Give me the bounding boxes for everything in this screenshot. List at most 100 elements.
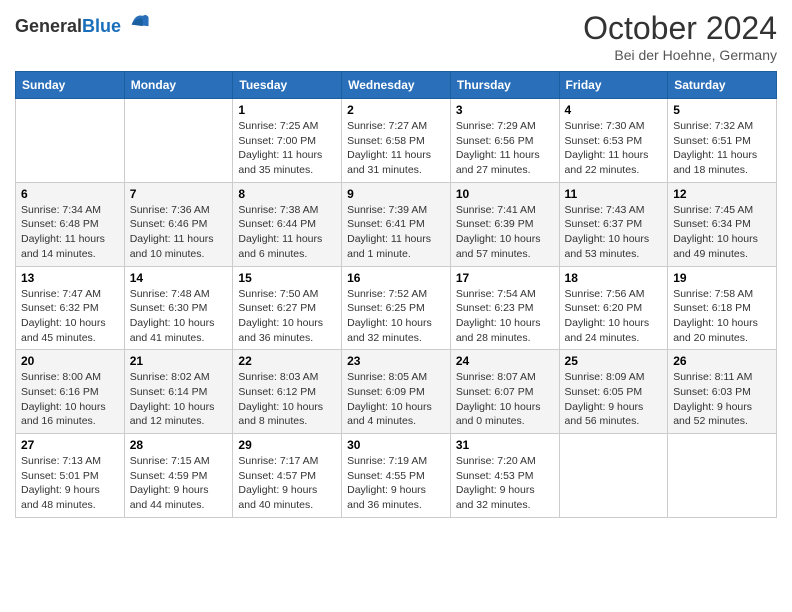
day-info: Sunrise: 7:52 AMSunset: 6:25 PMDaylight:… [347, 287, 445, 346]
day-number: 18 [565, 271, 663, 285]
day-info: Sunrise: 8:02 AMSunset: 6:14 PMDaylight:… [130, 370, 228, 429]
weekday-header-sunday: Sunday [16, 72, 125, 99]
weekday-header-friday: Friday [559, 72, 668, 99]
day-info: Sunrise: 7:54 AMSunset: 6:23 PMDaylight:… [456, 287, 554, 346]
calendar-cell: 16 Sunrise: 7:52 AMSunset: 6:25 PMDayligh… [342, 266, 451, 350]
calendar-cell: 8 Sunrise: 7:38 AMSunset: 6:44 PMDaylight… [233, 182, 342, 266]
logo-blue-text: Blue [82, 16, 121, 36]
weekday-header-thursday: Thursday [450, 72, 559, 99]
day-number: 1 [238, 103, 336, 117]
day-number: 22 [238, 354, 336, 368]
calendar-week-4: 20Sunrise: 8:00 AMSunset: 6:16 PMDayligh… [16, 350, 777, 434]
day-number: 19 [673, 271, 771, 285]
calendar-cell: 13 Sunrise: 7:47 AMSunset: 6:32 PMDayligh… [16, 266, 125, 350]
day-number: 10 [456, 187, 554, 201]
calendar-week-2: 6 Sunrise: 7:34 AMSunset: 6:48 PMDaylight… [16, 182, 777, 266]
day-info: Sunrise: 7:45 AMSunset: 6:34 PMDaylight:… [673, 203, 771, 262]
day-number: 31 [456, 438, 554, 452]
weekday-header-tuesday: Tuesday [233, 72, 342, 99]
day-info: Sunrise: 7:38 AMSunset: 6:44 PMDaylight:… [238, 203, 336, 262]
weekday-header-saturday: Saturday [668, 72, 777, 99]
day-info: Sunrise: 7:43 AMSunset: 6:37 PMDaylight:… [565, 203, 663, 262]
logo-icon [128, 10, 150, 32]
day-info: Sunrise: 8:03 AMSunset: 6:12 PMDaylight:… [238, 370, 336, 429]
calendar-cell: 15Sunrise: 7:50 AMSunset: 6:27 PMDayligh… [233, 266, 342, 350]
calendar-cell: 26 Sunrise: 8:11 AMSunset: 6:03 PMDayligh… [668, 350, 777, 434]
calendar-cell: 14 Sunrise: 7:48 AMSunset: 6:30 PMDayligh… [124, 266, 233, 350]
day-info: Sunrise: 7:29 AMSunset: 6:56 PMDaylight:… [456, 119, 554, 178]
day-number: 6 [21, 187, 119, 201]
day-number: 26 [673, 354, 771, 368]
day-number: 27 [21, 438, 119, 452]
day-number: 4 [565, 103, 663, 117]
logo: GeneralBlue [15, 10, 150, 37]
day-number: 21 [130, 354, 228, 368]
calendar-cell: 25 Sunrise: 8:09 AMSunset: 6:05 PMDayligh… [559, 350, 668, 434]
calendar-cell [668, 434, 777, 518]
calendar-cell: 4Sunrise: 7:30 AMSunset: 6:53 PMDaylight… [559, 99, 668, 183]
calendar-cell: 10 Sunrise: 7:41 AMSunset: 6:39 PMDayligh… [450, 182, 559, 266]
day-info: Sunrise: 7:47 AMSunset: 6:32 PMDaylight:… [21, 287, 119, 346]
logo-general-text: General [15, 16, 82, 36]
calendar-cell: 5Sunrise: 7:32 AMSunset: 6:51 PMDaylight… [668, 99, 777, 183]
day-number: 29 [238, 438, 336, 452]
day-number: 11 [565, 187, 663, 201]
calendar-cell: 6 Sunrise: 7:34 AMSunset: 6:48 PMDaylight… [16, 182, 125, 266]
day-info: Sunrise: 7:39 AMSunset: 6:41 PMDaylight:… [347, 203, 445, 262]
calendar-cell: 21 Sunrise: 8:02 AMSunset: 6:14 PMDayligh… [124, 350, 233, 434]
day-info: Sunrise: 7:41 AMSunset: 6:39 PMDaylight:… [456, 203, 554, 262]
day-info: Sunrise: 7:48 AMSunset: 6:30 PMDaylight:… [130, 287, 228, 346]
calendar-cell [124, 99, 233, 183]
day-number: 8 [238, 187, 336, 201]
calendar-cell: 1 Sunrise: 7:25 AMSunset: 7:00 PMDaylight… [233, 99, 342, 183]
calendar-cell [559, 434, 668, 518]
calendar-week-1: 1 Sunrise: 7:25 AMSunset: 7:00 PMDaylight… [16, 99, 777, 183]
day-number: 30 [347, 438, 445, 452]
day-info: Sunrise: 7:34 AMSunset: 6:48 PMDaylight:… [21, 203, 119, 262]
day-number: 23 [347, 354, 445, 368]
day-info: Sunrise: 7:19 AMSunset: 4:55 PMDaylight:… [347, 454, 445, 513]
calendar-cell [16, 99, 125, 183]
day-info: Sunrise: 7:25 AMSunset: 7:00 PMDaylight:… [238, 119, 336, 178]
day-info: Sunrise: 7:17 AMSunset: 4:57 PMDaylight:… [238, 454, 336, 513]
day-number: 3 [456, 103, 554, 117]
weekday-header-monday: Monday [124, 72, 233, 99]
day-info: Sunrise: 8:09 AMSunset: 6:05 PMDaylight:… [565, 370, 663, 429]
day-number: 16 [347, 271, 445, 285]
calendar-cell: 3 Sunrise: 7:29 AMSunset: 6:56 PMDaylight… [450, 99, 559, 183]
day-info: Sunrise: 8:00 AMSunset: 6:16 PMDaylight:… [21, 370, 119, 429]
calendar-cell: 17 Sunrise: 7:54 AMSunset: 6:23 PMDayligh… [450, 266, 559, 350]
day-info: Sunrise: 8:07 AMSunset: 6:07 PMDaylight:… [456, 370, 554, 429]
day-info: Sunrise: 7:58 AMSunset: 6:18 PMDaylight:… [673, 287, 771, 346]
calendar-cell: 24Sunrise: 8:07 AMSunset: 6:07 PMDayligh… [450, 350, 559, 434]
day-info: Sunrise: 7:13 AMSunset: 5:01 PMDaylight:… [21, 454, 119, 513]
day-number: 13 [21, 271, 119, 285]
calendar-cell: 18Sunrise: 7:56 AMSunset: 6:20 PMDayligh… [559, 266, 668, 350]
day-number: 28 [130, 438, 228, 452]
calendar-cell: 28Sunrise: 7:15 AMSunset: 4:59 PMDayligh… [124, 434, 233, 518]
calendar-cell: 12 Sunrise: 7:45 AMSunset: 6:34 PMDayligh… [668, 182, 777, 266]
day-number: 17 [456, 271, 554, 285]
day-info: Sunrise: 7:36 AMSunset: 6:46 PMDaylight:… [130, 203, 228, 262]
day-info: Sunrise: 7:20 AMSunset: 4:53 PMDaylight:… [456, 454, 554, 513]
calendar-cell: 19 Sunrise: 7:58 AMSunset: 6:18 PMDayligh… [668, 266, 777, 350]
calendar-cell: 23 Sunrise: 8:05 AMSunset: 6:09 PMDayligh… [342, 350, 451, 434]
calendar-table: SundayMondayTuesdayWednesdayThursdayFrid… [15, 71, 777, 518]
calendar-cell: 22 Sunrise: 8:03 AMSunset: 6:12 PMDayligh… [233, 350, 342, 434]
calendar-week-3: 13 Sunrise: 7:47 AMSunset: 6:32 PMDayligh… [16, 266, 777, 350]
calendar-cell: 29 Sunrise: 7:17 AMSunset: 4:57 PMDayligh… [233, 434, 342, 518]
day-info: Sunrise: 8:05 AMSunset: 6:09 PMDaylight:… [347, 370, 445, 429]
title-area: October 2024 Bei der Hoehne, Germany [583, 10, 777, 63]
page-header: GeneralBlue October 2024 Bei der Hoehne,… [15, 10, 777, 63]
day-number: 9 [347, 187, 445, 201]
day-number: 25 [565, 354, 663, 368]
day-info: Sunrise: 8:11 AMSunset: 6:03 PMDaylight:… [673, 370, 771, 429]
calendar-cell: 9 Sunrise: 7:39 AMSunset: 6:41 PMDaylight… [342, 182, 451, 266]
day-number: 12 [673, 187, 771, 201]
calendar-cell: 30 Sunrise: 7:19 AMSunset: 4:55 PMDayligh… [342, 434, 451, 518]
calendar-cell: 20Sunrise: 8:00 AMSunset: 6:16 PMDayligh… [16, 350, 125, 434]
calendar-cell: 2Sunrise: 7:27 AMSunset: 6:58 PMDaylight… [342, 99, 451, 183]
calendar-cell: 7Sunrise: 7:36 AMSunset: 6:46 PMDaylight… [124, 182, 233, 266]
day-number: 14 [130, 271, 228, 285]
weekday-header-row: SundayMondayTuesdayWednesdayThursdayFrid… [16, 72, 777, 99]
